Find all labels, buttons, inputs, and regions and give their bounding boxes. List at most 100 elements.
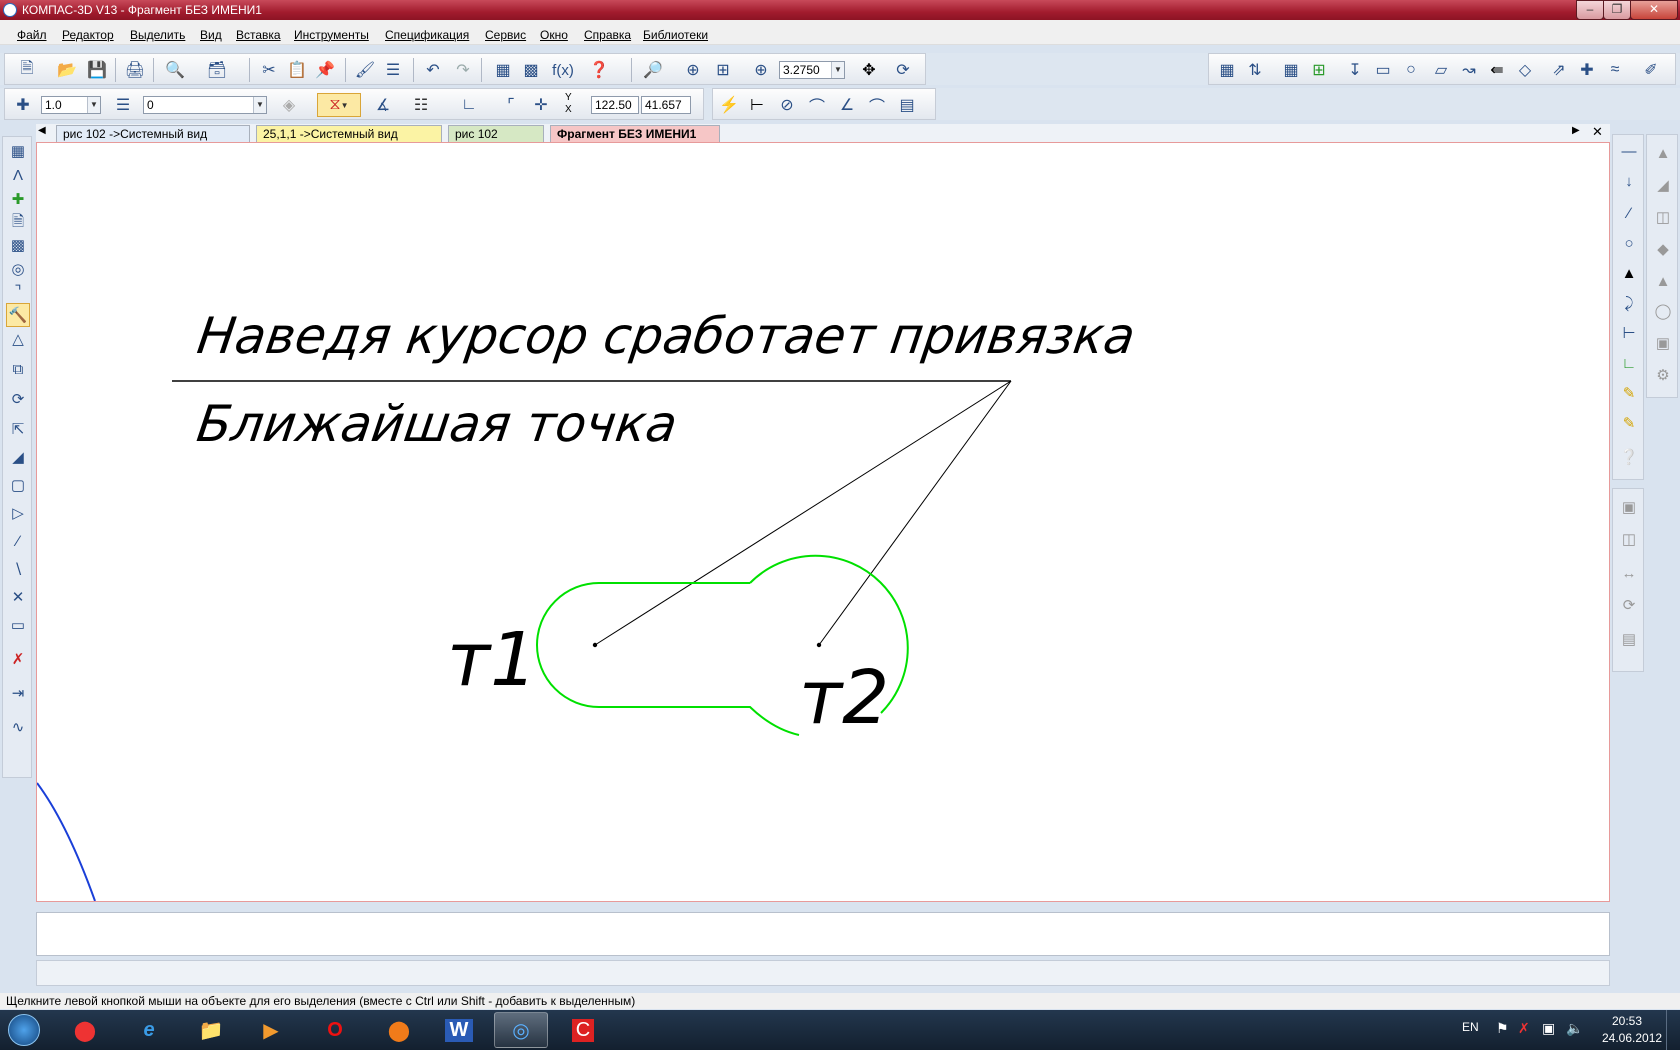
drawing-svg[interactable]: Наведя курсор сработает привязка Ближайш… (37, 143, 1609, 901)
edit-attributes-icon[interactable]: ✐ (1639, 58, 1663, 82)
tree-manager-icon[interactable]: ▦ (491, 58, 515, 82)
gears-view-icon[interactable]: ⚙ (1651, 363, 1675, 387)
layered-view-icon[interactable]: ◫ (1651, 205, 1675, 229)
cursor-step-icon[interactable]: ✚ (11, 93, 35, 117)
chevron-down-icon[interactable]: ▼ (831, 62, 844, 78)
layer-icon[interactable]: ☰ (111, 93, 135, 117)
dimensions-tool-icon[interactable]: ✚ (6, 187, 30, 211)
designations-icon[interactable]: 🗎 (6, 211, 30, 235)
network-error-icon[interactable]: ✗ (1518, 1020, 1530, 1037)
deform-icon[interactable]: ▷ (6, 501, 30, 525)
extrude-view-icon[interactable]: ▲ (1651, 269, 1675, 293)
close-button[interactable]: ✕ (1630, 0, 1678, 20)
radius-icon[interactable]: ⌒ (805, 93, 829, 117)
taskbar-firefox[interactable]: ⬤ (372, 1012, 426, 1048)
menu-view[interactable]: Вид (200, 28, 222, 42)
grid-snap-icon[interactable]: ▦ (1279, 58, 1303, 82)
menu-service[interactable]: Сервис (485, 28, 526, 42)
tabs-scroll-right-icon[interactable]: ▶ (1572, 125, 1580, 136)
language-indicator[interactable]: EN (1462, 1020, 1479, 1034)
parallel-icon[interactable]: ↓ (1617, 169, 1641, 193)
measure-icon[interactable]: ⌝ (6, 279, 30, 303)
volume-icon[interactable]: 🔈 (1566, 1020, 1583, 1037)
drawing-canvas[interactable]: Наведя курсор сработает привязка Ближайш… (36, 142, 1610, 902)
taskbar-media-player[interactable]: ▶ (244, 1012, 298, 1048)
line-icon[interactable]: — (1617, 139, 1641, 163)
parametrization-icon[interactable]: ◎ (6, 257, 30, 281)
axis-line-icon[interactable]: ⇗ (1547, 58, 1571, 82)
function-icon[interactable]: f(x) (551, 58, 575, 82)
view-arrows-icon[interactable]: ↔ (1617, 561, 1641, 585)
wavy-line-icon[interactable]: ≈ (1603, 58, 1627, 82)
fix-point-icon[interactable]: ▲ (1617, 261, 1641, 285)
print-preview-icon[interactable]: 🔍 (163, 58, 187, 82)
manager-icon[interactable]: 🗃 (205, 58, 229, 82)
clock-time[interactable]: 20:53 (1612, 1014, 1642, 1028)
leader-icon[interactable]: ↝ (1457, 58, 1481, 82)
selection-tool-icon[interactable]: 🔨 (6, 303, 30, 327)
view-copy-icon[interactable]: ▤ (1617, 627, 1641, 651)
diameter-icon[interactable]: ⊘ (775, 93, 799, 117)
format-brush-icon[interactable]: 🖌 (353, 58, 377, 82)
leader-text-top[interactable]: Наведя курсор сработает привязка (194, 306, 1139, 365)
action-center-icon[interactable]: ⚑ (1496, 1020, 1509, 1037)
stretch-icon[interactable]: ▭ (6, 613, 30, 637)
close-tab-icon[interactable]: ✕ (1592, 124, 1603, 140)
paste-icon[interactable]: 📌 (313, 58, 337, 82)
new-document-icon[interactable]: 🗎 (15, 58, 39, 82)
form-tolerance-icon[interactable]: ▱ (1429, 58, 1453, 82)
menu-libraries[interactable]: Библиотеки (643, 28, 708, 42)
taskbar-explorer[interactable]: 📁 (184, 1012, 238, 1048)
print-icon[interactable]: 🖨 (123, 58, 147, 82)
step-combo[interactable]: 1.0 ▼ (41, 96, 101, 114)
zoom-fit-icon[interactable]: ⊞ (711, 58, 735, 82)
angle-constraint-icon[interactable]: ∟ (1617, 351, 1641, 375)
arrow-view-icon[interactable]: ⇚ (1485, 58, 1509, 82)
move-icon[interactable]: ⧉ (6, 357, 30, 381)
taskbar-other-app[interactable]: C (556, 1012, 610, 1048)
tangent-icon[interactable]: ○ (1617, 231, 1641, 255)
menu-tools[interactable]: Инструменты (294, 28, 369, 42)
tab-ris-102[interactable]: рис 102 (448, 125, 544, 142)
blue-curve[interactable] (37, 782, 96, 901)
tab-ris-102-system-view[interactable]: рис 102 ->Системный вид (56, 125, 250, 142)
box-view-icon[interactable]: ▣ (1651, 331, 1675, 355)
snap-magnet-icon[interactable]: ⧖ ▼ (317, 93, 361, 117)
taskbar-chrome[interactable]: ⬤ (58, 1012, 112, 1048)
arc-dimension-icon[interactable]: ⌒ (865, 93, 889, 117)
taskbar-ie[interactable]: e (122, 1012, 176, 1048)
orthogonal-icon[interactable]: ⌜ (499, 93, 523, 117)
chevron-down-icon[interactable]: ▼ (87, 97, 100, 113)
copy-icon[interactable]: 📋 (285, 58, 309, 82)
menu-window[interactable]: Окно (540, 28, 568, 42)
zoom-in-icon[interactable]: ⊕ (681, 58, 705, 82)
refresh-view-icon[interactable]: ⟳ (891, 58, 915, 82)
open-folder-icon[interactable]: 📂 (55, 58, 79, 82)
plane-view-icon[interactable]: ▲ (1651, 141, 1675, 165)
taskbar-word[interactable]: W (432, 1012, 486, 1048)
help-circle-icon[interactable]: ❔ (1617, 445, 1641, 469)
new-view-icon[interactable]: ▣ (1617, 495, 1641, 519)
arc-icon[interactable]: ⤸ (1617, 291, 1641, 315)
network-icon[interactable]: ▣ (1542, 1020, 1555, 1037)
layer-combo[interactable]: 0 ▼ (143, 96, 267, 114)
menu-insert[interactable]: Вставка (236, 28, 281, 42)
undo-icon[interactable]: ↶ (421, 58, 445, 82)
menu-file[interactable]: Файл (17, 28, 47, 42)
menu-help[interactable]: Справка (584, 28, 631, 42)
view-direction-icon[interactable]: ◇ (1513, 58, 1537, 82)
center-mark-icon[interactable]: ✚ (1575, 58, 1599, 82)
coordinates-cursor-icon[interactable]: ✛ (529, 93, 553, 117)
tab-fragment-unnamed[interactable]: Фрагмент БЕЗ ИМЕНИ1 (550, 125, 720, 142)
local-cs-icon[interactable]: ∟ (457, 93, 481, 117)
section-view-icon[interactable]: ◢ (1651, 173, 1675, 197)
symmetry-icon[interactable]: ◢ (6, 445, 30, 469)
tabs-scroll-left-icon[interactable]: ◀ (38, 125, 46, 136)
edit-page-icon[interactable]: ▩ (6, 233, 30, 257)
perpendicular-icon[interactable]: ∕ (1617, 201, 1641, 225)
spline-icon[interactable]: ∿ (6, 715, 30, 739)
leader-text-bottom[interactable]: Ближайшая точка (193, 394, 681, 453)
ortho-mode-icon[interactable]: ∡ (371, 93, 395, 117)
contour-outline[interactable] (536, 582, 800, 736)
show-desktop-button[interactable] (1666, 1010, 1680, 1050)
